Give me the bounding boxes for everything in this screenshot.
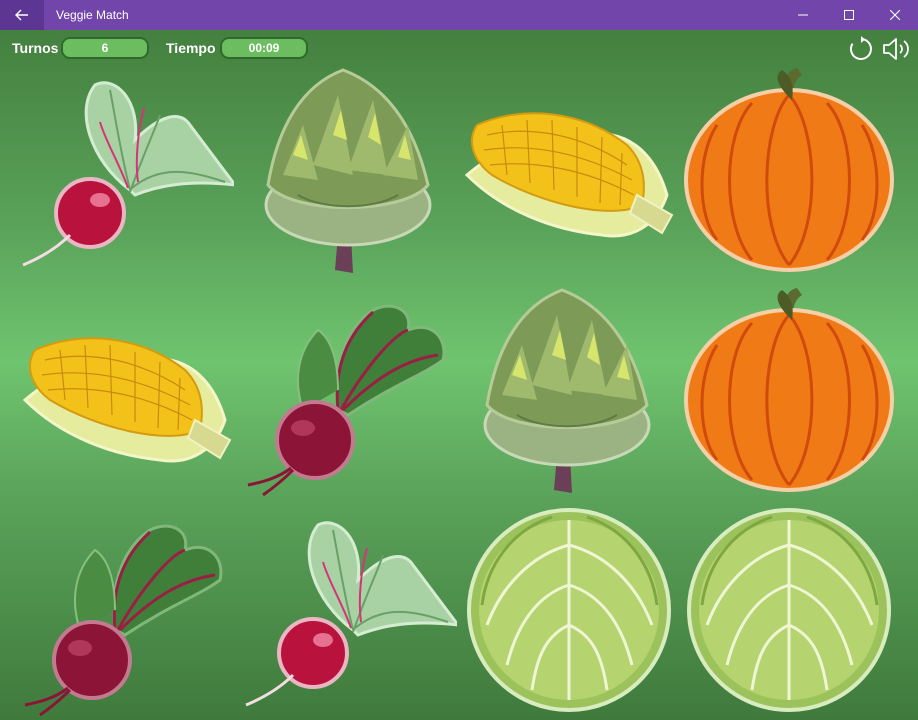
card-r3c1[interactable]	[20, 510, 234, 720]
card-r2c1[interactable]	[20, 290, 234, 500]
maximize-button[interactable]	[826, 0, 872, 30]
restart-icon[interactable]	[848, 36, 874, 62]
cabbage-icon	[467, 508, 671, 712]
beet-icon	[24, 524, 223, 717]
radish-icon	[22, 81, 234, 267]
pumpkin-icon	[684, 288, 894, 492]
artichoke-icon	[483, 288, 651, 493]
turns-label: Turnos	[12, 40, 59, 56]
sound-icon[interactable]	[882, 36, 912, 62]
card-r1c4[interactable]	[682, 65, 896, 275]
radish-icon	[245, 521, 457, 707]
corn-icon	[22, 337, 232, 463]
cabbage-icon	[687, 508, 891, 712]
back-button[interactable]	[0, 0, 44, 30]
close-button[interactable]	[872, 0, 918, 30]
time-label: Tiempo	[166, 40, 216, 56]
back-arrow-icon	[15, 9, 28, 21]
card-r2c2[interactable]	[243, 290, 457, 500]
pumpkin-icon	[684, 68, 894, 272]
card-r3c2[interactable]	[243, 510, 457, 720]
maximize-icon	[844, 10, 854, 20]
minimize-button[interactable]	[780, 0, 826, 30]
card-r1c1[interactable]	[20, 70, 234, 280]
card-r2c3[interactable]	[462, 285, 676, 495]
title-bar: Veggie Match	[0, 0, 918, 30]
card-r3c4[interactable]	[682, 505, 896, 715]
beet-icon	[247, 304, 446, 497]
corn-icon	[464, 112, 674, 238]
turns-counter: 6	[61, 37, 149, 59]
card-r1c2[interactable]	[243, 65, 457, 275]
artichoke-icon	[264, 68, 432, 273]
close-icon	[890, 10, 900, 20]
card-r1c3[interactable]	[462, 65, 676, 275]
app-title: Veggie Match	[56, 8, 129, 22]
card-r2c4[interactable]	[682, 285, 896, 495]
card-r3c3[interactable]	[462, 505, 676, 715]
time-counter: 00:09	[220, 37, 308, 59]
window-controls	[780, 0, 918, 30]
minimize-icon	[798, 14, 808, 16]
hud-bar: Turnos 6 Tiempo 00:09	[0, 30, 918, 66]
